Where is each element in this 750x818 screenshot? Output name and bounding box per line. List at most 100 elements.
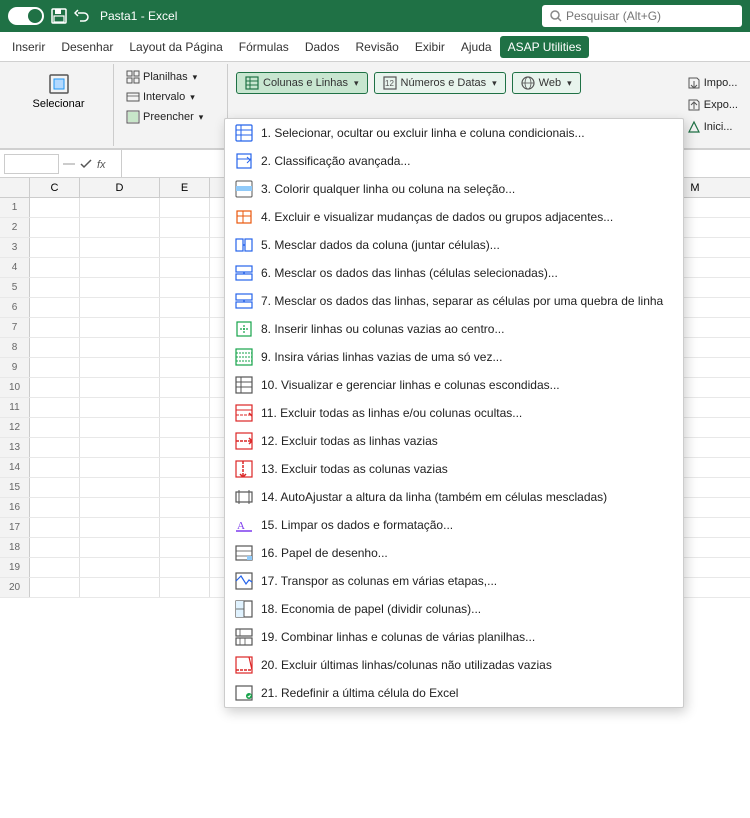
dropdown-menu-item[interactable]: 16. Papel de desenho...	[225, 539, 683, 567]
ribbon-planilhas[interactable]: Planilhas ▾	[122, 68, 223, 86]
menu-ajuda[interactable]: Ajuda	[453, 36, 500, 58]
cell[interactable]	[30, 238, 80, 257]
cell[interactable]	[160, 358, 210, 377]
cell[interactable]	[80, 498, 160, 517]
menu-dados[interactable]: Dados	[297, 36, 348, 58]
cell[interactable]	[160, 458, 210, 477]
dropdown-menu-item[interactable]: 19. Combinar linhas e colunas de várias …	[225, 623, 683, 651]
dropdown-menu-item[interactable]: 9. Insira várias linhas vazias de uma só…	[225, 343, 683, 371]
cell[interactable]	[30, 478, 80, 497]
ribbon-intervalo[interactable]: Intervalo ▾	[122, 88, 223, 106]
ribbon-web-btn[interactable]: Web ▾	[512, 72, 581, 94]
cell[interactable]	[80, 398, 160, 417]
menu-desenhar[interactable]: Desenhar	[53, 36, 121, 58]
menu-formulas[interactable]: Fórmulas	[231, 36, 297, 58]
dropdown-menu-item[interactable]: 5. Mesclar dados da coluna (juntar célul…	[225, 231, 683, 259]
cell[interactable]	[80, 298, 160, 317]
cell[interactable]	[30, 498, 80, 517]
cell[interactable]	[80, 578, 160, 597]
cell[interactable]	[80, 458, 160, 477]
dropdown-menu-item[interactable]: 10. Visualizar e gerenciar linhas e colu…	[225, 371, 683, 399]
dropdown-menu-item[interactable]: 20. Excluir últimas linhas/colunas não u…	[225, 651, 683, 679]
cell[interactable]	[80, 358, 160, 377]
dropdown-menu-item[interactable]: A 15. Limpar os dados e formatação...	[225, 511, 683, 539]
cell[interactable]	[160, 398, 210, 417]
menu-layout[interactable]: Layout da Página	[121, 36, 230, 58]
cell[interactable]	[160, 558, 210, 577]
cell[interactable]	[30, 378, 80, 397]
cell[interactable]	[30, 298, 80, 317]
dropdown-menu-item[interactable]: 8. Inserir linhas ou colunas vazias ao c…	[225, 315, 683, 343]
dropdown-menu-item[interactable]: 3. Colorir qualquer linha ou coluna na s…	[225, 175, 683, 203]
dropdown-menu-item[interactable]: 18. Economia de papel (dividir colunas).…	[225, 595, 683, 623]
cell[interactable]	[30, 418, 80, 437]
cell[interactable]	[160, 538, 210, 557]
cell[interactable]	[30, 458, 80, 477]
cell[interactable]	[30, 518, 80, 537]
dropdown-menu-item[interactable]: 2. Classificação avançada...	[225, 147, 683, 175]
cell[interactable]	[80, 518, 160, 537]
cell[interactable]	[80, 338, 160, 357]
dropdown-menu-item[interactable]: 11. Excluir todas as linhas e/ou colunas…	[225, 399, 683, 427]
undo-icon[interactable]	[74, 8, 90, 24]
cell[interactable]	[30, 558, 80, 577]
cell[interactable]	[80, 198, 160, 217]
dropdown-menu-item[interactable]: 12. Excluir todas as linhas vazias	[225, 427, 683, 455]
ribbon-selecionar[interactable]: Selecionar	[8, 68, 109, 114]
ribbon-inici[interactable]: Inici...	[683, 118, 742, 136]
ribbon-expo[interactable]: Expo...	[683, 96, 742, 114]
cell[interactable]	[160, 258, 210, 277]
cell[interactable]	[160, 338, 210, 357]
cell[interactable]	[80, 258, 160, 277]
cell[interactable]	[30, 538, 80, 557]
search-input[interactable]	[566, 9, 716, 23]
search-box[interactable]	[542, 5, 742, 27]
cell[interactable]	[80, 218, 160, 237]
cell[interactable]	[160, 198, 210, 217]
cell[interactable]	[160, 318, 210, 337]
cell[interactable]	[80, 478, 160, 497]
menu-inserir[interactable]: Inserir	[4, 36, 53, 58]
ribbon-colunas-linhas-btn[interactable]: Colunas e Linhas ▾	[236, 72, 368, 94]
cell[interactable]	[30, 258, 80, 277]
cell[interactable]	[80, 278, 160, 297]
dropdown-menu-item[interactable]: 1. Selecionar, ocultar ou excluir linha …	[225, 119, 683, 147]
cell[interactable]	[160, 498, 210, 517]
cell[interactable]	[30, 198, 80, 217]
cell[interactable]	[80, 558, 160, 577]
cell[interactable]	[80, 318, 160, 337]
ribbon-numeros-datas-btn[interactable]: 12 Números e Datas ▾	[374, 72, 506, 94]
ribbon-preencher[interactable]: Preencher ▾	[122, 108, 223, 126]
dropdown-menu-item[interactable]: 4. Excluir e visualizar mudanças de dado…	[225, 203, 683, 231]
dropdown-menu-item[interactable]: 7. Mesclar os dados das linhas, separar …	[225, 287, 683, 315]
cell[interactable]	[160, 278, 210, 297]
cell[interactable]	[80, 438, 160, 457]
cell[interactable]	[160, 238, 210, 257]
save-icon[interactable]	[50, 7, 68, 25]
cell[interactable]	[160, 478, 210, 497]
dropdown-menu-item[interactable]: 13. Excluir todas as colunas vazias	[225, 455, 683, 483]
cell[interactable]	[80, 238, 160, 257]
cell[interactable]	[160, 218, 210, 237]
ribbon-impo[interactable]: Impo...	[683, 74, 742, 92]
cell[interactable]	[30, 398, 80, 417]
dropdown-menu-item[interactable]: 6. Mesclar os dados das linhas (células …	[225, 259, 683, 287]
cell[interactable]	[30, 318, 80, 337]
cell[interactable]	[160, 298, 210, 317]
cell[interactable]	[160, 518, 210, 537]
cell[interactable]	[30, 358, 80, 377]
cell[interactable]	[30, 278, 80, 297]
cell[interactable]	[160, 578, 210, 597]
dropdown-menu-item[interactable]: 21. Redefinir a última célula do Excel	[225, 679, 683, 707]
cell[interactable]	[80, 538, 160, 557]
cell[interactable]	[80, 378, 160, 397]
cell-name-box[interactable]	[4, 154, 59, 174]
dropdown-menu-item[interactable]: 14. AutoAjustar a altura da linha (també…	[225, 483, 683, 511]
cell[interactable]	[30, 218, 80, 237]
cell[interactable]	[30, 438, 80, 457]
cell[interactable]	[30, 338, 80, 357]
autosave-toggle[interactable]	[8, 7, 44, 25]
menu-asap[interactable]: ASAP Utilities	[500, 36, 590, 58]
cell[interactable]	[30, 578, 80, 597]
menu-revisao[interactable]: Revisão	[348, 36, 407, 58]
